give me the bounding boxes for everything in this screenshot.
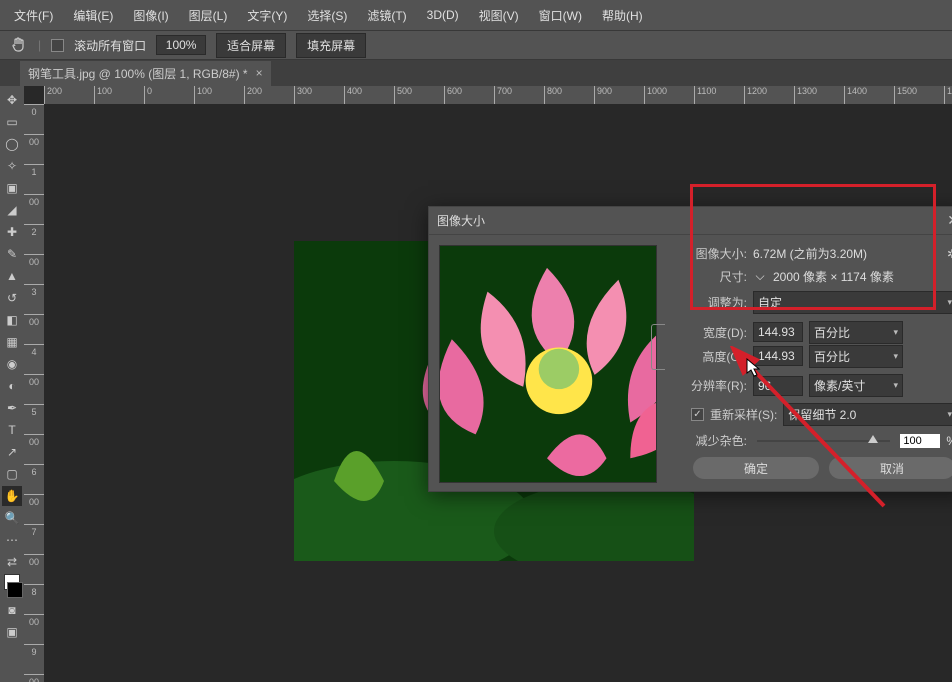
noise-value[interactable]: 100: [900, 434, 940, 448]
resample-checkbox[interactable]: [691, 408, 704, 421]
wand-tool-icon[interactable]: ✧: [2, 156, 22, 176]
options-bar: | 滚动所有窗口 100% 适合屏幕 填充屏幕: [0, 30, 952, 60]
noise-label: 减少杂色:: [669, 432, 747, 449]
dialog-titlebar[interactable]: 图像大小 ✕: [429, 207, 952, 235]
image-size-dialog: 图像大小 ✕: [428, 206, 952, 492]
close-tab-icon[interactable]: ×: [256, 66, 263, 80]
width-label: 宽度(D):: [669, 324, 747, 341]
menu-text[interactable]: 文字(Y): [239, 3, 295, 28]
res-input[interactable]: [753, 376, 803, 396]
menu-select[interactable]: 选择(S): [299, 3, 355, 28]
eraser-tool-icon[interactable]: ◧: [2, 310, 22, 330]
ruler-vertical: 000100200300400500600700800900: [24, 104, 44, 682]
brush-tool-icon[interactable]: ✎: [2, 244, 22, 264]
fill-screen-button[interactable]: 填充屏幕: [296, 33, 366, 58]
screenmode-icon[interactable]: ▣: [2, 622, 22, 642]
move-tool-icon[interactable]: ✥: [2, 90, 22, 110]
crop-tool-icon[interactable]: ▣: [2, 178, 22, 198]
gradient-tool-icon[interactable]: ▦: [2, 332, 22, 352]
history-brush-tool-icon[interactable]: ↺: [2, 288, 22, 308]
quickmask-icon[interactable]: ◙: [2, 600, 22, 620]
zoom-tool-icon[interactable]: 🔍: [2, 508, 22, 528]
color-swap-icon[interactable]: ⇄: [2, 552, 22, 572]
document-tab-bar: 钢笔工具.jpg @ 100% (图层 1, RGB/8#) * ×: [0, 60, 952, 86]
dim-dropdown-icon[interactable]: ⌵: [753, 269, 767, 284]
tool-palette: ✥ ▭ ◯ ✧ ▣ ◢ ✚ ✎ ▲ ↺ ◧ ▦ ◉ ◐ ✒ T ↗ ▢ ✋ 🔍 …: [0, 86, 24, 682]
gear-icon[interactable]: ✲: [947, 247, 952, 261]
percent-label: %: [946, 434, 952, 448]
slider-thumb-icon[interactable]: [868, 435, 878, 443]
blur-tool-icon[interactable]: ◉: [2, 354, 22, 374]
width-unit-select[interactable]: 百分比▾: [809, 321, 903, 344]
fit-select[interactable]: 自定▾: [753, 291, 952, 314]
cancel-button[interactable]: 取消: [829, 457, 952, 479]
shape-tool-icon[interactable]: ▢: [2, 464, 22, 484]
dodge-tool-icon[interactable]: ◐: [2, 376, 22, 396]
document-tab[interactable]: 钢笔工具.jpg @ 100% (图层 1, RGB/8#) * ×: [20, 61, 271, 86]
dialog-preview: [439, 245, 657, 483]
menu-window[interactable]: 窗口(W): [531, 3, 590, 28]
menu-layer[interactable]: 图层(L): [181, 3, 236, 28]
menu-help[interactable]: 帮助(H): [594, 3, 651, 28]
type-tool-icon[interactable]: T: [2, 420, 22, 440]
ok-button[interactable]: 确定: [693, 457, 819, 479]
scroll-all-label: 滚动所有窗口: [74, 37, 146, 54]
ruler-horizontal: 2001000100200300400500600700800900100011…: [44, 86, 952, 104]
resample-select[interactable]: 保留细节 2.0▾: [783, 403, 952, 426]
menu-file[interactable]: 文件(F): [6, 3, 61, 28]
background-color[interactable]: [7, 582, 23, 598]
img-size-label: 图像大小:: [669, 245, 747, 262]
document-tab-title: 钢笔工具.jpg @ 100% (图层 1, RGB/8#) *: [28, 65, 248, 82]
zoom-field[interactable]: 100%: [156, 35, 206, 55]
hand-tool-icon[interactable]: ✋: [2, 486, 22, 506]
dim-label: 尺寸:: [669, 268, 747, 285]
ellipsis-icon[interactable]: ⋯: [2, 530, 22, 550]
menu-view[interactable]: 视图(V): [471, 3, 527, 28]
scroll-all-checkbox[interactable]: [51, 39, 64, 52]
eyedropper-tool-icon[interactable]: ◢: [2, 200, 22, 220]
lasso-tool-icon[interactable]: ◯: [2, 134, 22, 154]
canvas-area: 2001000100200300400500600700800900100011…: [24, 86, 952, 682]
dialog-title-text: 图像大小: [437, 212, 485, 229]
menu-edit[interactable]: 编辑(E): [65, 3, 121, 28]
marquee-tool-icon[interactable]: ▭: [2, 112, 22, 132]
res-label: 分辨率(R):: [669, 377, 747, 394]
menu-image[interactable]: 图像(I): [125, 3, 176, 28]
heal-tool-icon[interactable]: ✚: [2, 222, 22, 242]
menu-bar: 文件(F) 编辑(E) 图像(I) 图层(L) 文字(Y) 选择(S) 滤镜(T…: [0, 0, 952, 30]
fit-label: 调整为:: [669, 294, 747, 311]
hand-tool-icon[interactable]: [10, 36, 28, 54]
width-input[interactable]: [753, 322, 803, 342]
resample-label: 重新采样(S):: [710, 406, 777, 423]
menu-filter[interactable]: 滤镜(T): [359, 3, 414, 28]
height-unit-select[interactable]: 百分比▾: [809, 345, 903, 368]
height-input[interactable]: [753, 346, 803, 366]
dim-value: 2000 像素 × 1174 像素: [773, 268, 894, 285]
menu-3d[interactable]: 3D(D): [419, 4, 467, 26]
pen-tool-icon[interactable]: ✒: [2, 398, 22, 418]
stamp-tool-icon[interactable]: ▲: [2, 266, 22, 286]
link-width-height-icon[interactable]: [651, 324, 665, 370]
res-unit-select[interactable]: 像素/英寸▾: [809, 374, 903, 397]
noise-slider[interactable]: [757, 440, 890, 442]
fit-screen-button[interactable]: 适合屏幕: [216, 33, 286, 58]
img-size-value: 6.72M (之前为3.20M): [753, 245, 867, 262]
close-dialog-icon[interactable]: ✕: [947, 212, 952, 229]
height-label: 高度(G):: [669, 348, 747, 365]
work-area: ✥ ▭ ◯ ✧ ▣ ◢ ✚ ✎ ▲ ↺ ◧ ▦ ◉ ◐ ✒ T ↗ ▢ ✋ 🔍 …: [0, 86, 952, 682]
path-tool-icon[interactable]: ↗: [2, 442, 22, 462]
